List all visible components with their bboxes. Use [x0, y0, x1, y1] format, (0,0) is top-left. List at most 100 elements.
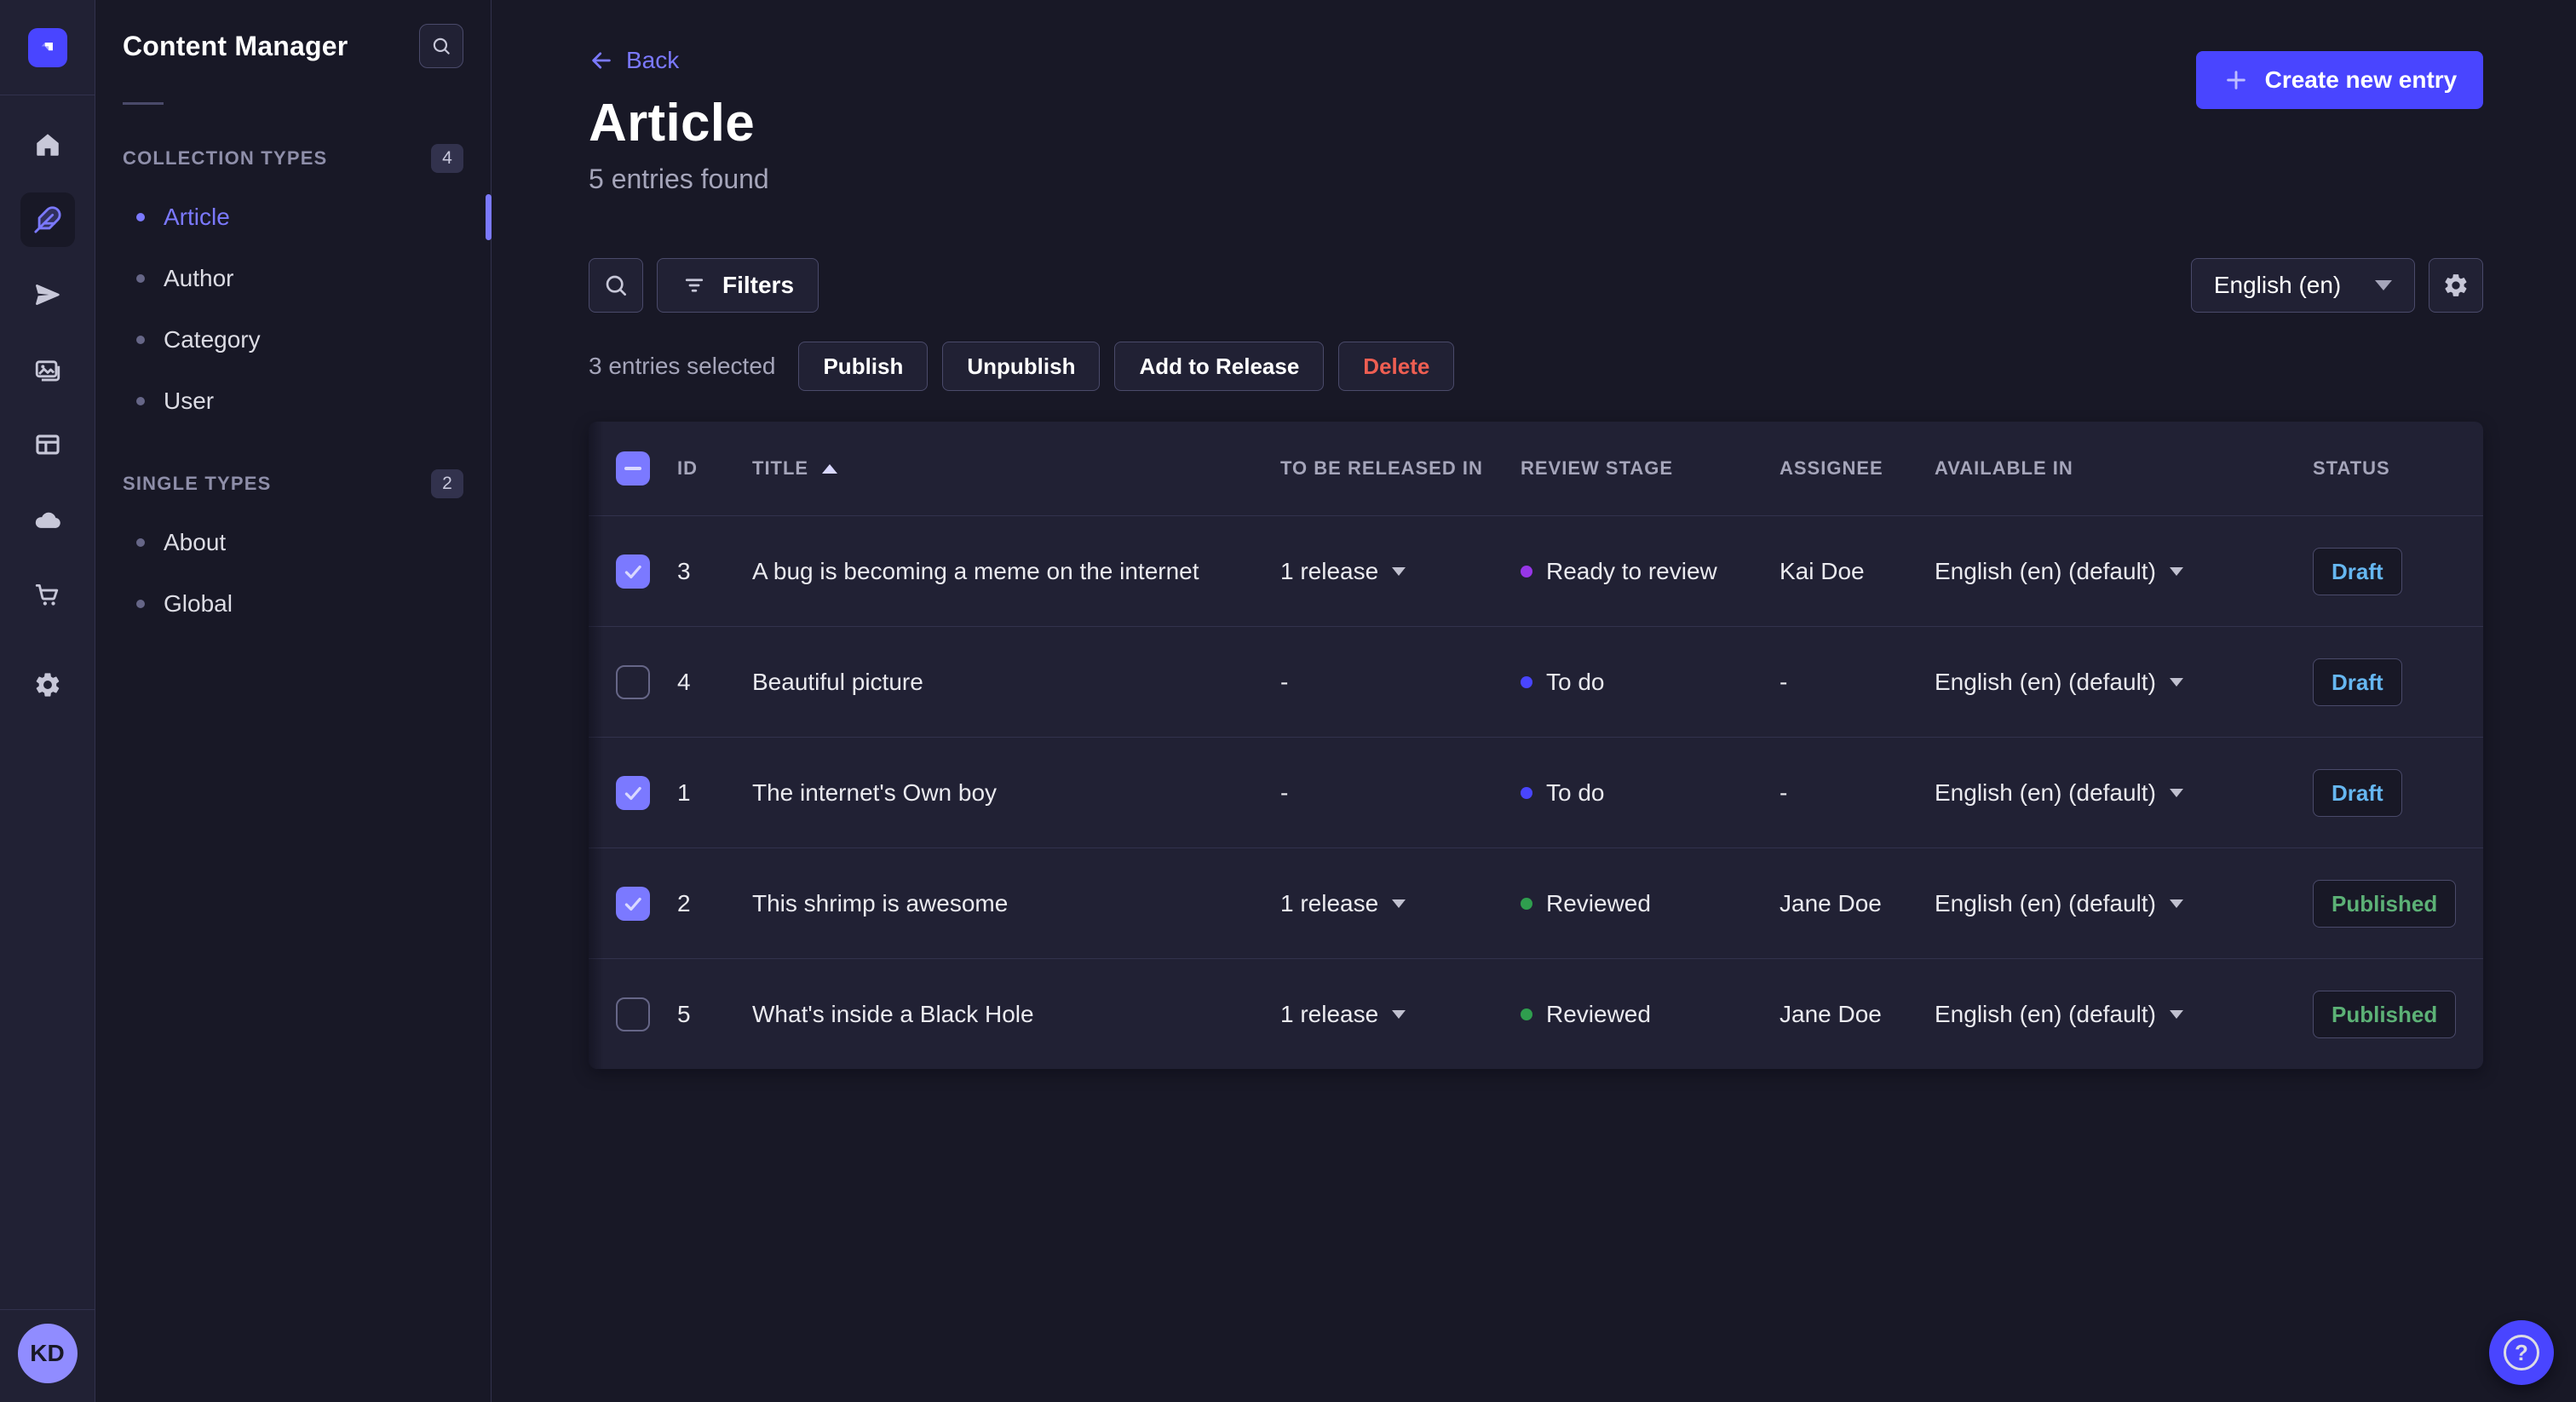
sidebar-item-label: Author: [164, 265, 234, 291]
sidebar-item[interactable]: Global: [123, 573, 463, 635]
column-title[interactable]: TITLE: [752, 457, 1280, 480]
cell-review-stage: To do: [1521, 669, 1780, 696]
bulk-action-button[interactable]: Publish: [798, 342, 929, 391]
column-id: ID: [677, 457, 698, 479]
table-row[interactable]: 2 This shrimp is awesome 1 release Revie…: [589, 848, 2484, 958]
check-icon: [624, 565, 641, 578]
cloud-icon[interactable]: [20, 492, 75, 547]
strapi-mark: [41, 42, 53, 50]
cell-id: 3: [677, 557, 691, 584]
table-row[interactable]: 5 What's inside a Black Hole 1 release R…: [589, 958, 2484, 1069]
view-settings-button[interactable]: [2429, 258, 2484, 313]
cell-assignee: Jane Doe: [1780, 1000, 1882, 1027]
help-button[interactable]: ?: [2489, 1320, 2554, 1385]
search-button[interactable]: [589, 258, 643, 313]
sidebar-item-label: Category: [164, 326, 261, 353]
user-avatar[interactable]: KD: [17, 1324, 78, 1383]
marketplace-cart-icon[interactable]: [20, 567, 75, 622]
single-types-section: SINGLE TYPES 2 About Global: [123, 469, 463, 635]
chevron-down-icon: [2169, 1009, 2183, 1019]
bulk-action-button[interactable]: Delete: [1338, 342, 1455, 391]
chevron-down-icon[interactable]: [1392, 566, 1406, 576]
cell-status: Draft: [2313, 768, 2456, 817]
cell-available-in[interactable]: English (en) (default): [1935, 890, 2313, 917]
status-badge: Published: [2313, 990, 2457, 1038]
cell-release: -: [1280, 779, 1289, 806]
bulk-action-button[interactable]: Add to Release: [1114, 342, 1325, 391]
sidebar-item[interactable]: Category: [123, 309, 463, 371]
section-label: SINGLE TYPES: [123, 473, 272, 494]
column-assignee: ASSIGNEE: [1780, 457, 1883, 479]
row-checkbox[interactable]: [616, 554, 650, 589]
cell-assignee: Jane Doe: [1780, 889, 1882, 916]
cell-status: Draft: [2313, 658, 2456, 706]
locale-select[interactable]: English (en): [2190, 258, 2416, 313]
create-new-entry-button[interactable]: Create new entry: [2195, 51, 2484, 109]
bulk-action-button[interactable]: Unpublish: [942, 342, 1101, 391]
row-checkbox[interactable]: [616, 997, 650, 1031]
chevron-down-icon: [2169, 899, 2183, 908]
releases-icon[interactable]: [20, 267, 75, 322]
cell-title: This shrimp is awesome: [752, 889, 1009, 916]
row-checkbox[interactable]: [616, 775, 650, 810]
cell-id: 4: [677, 668, 691, 695]
sidebar-item[interactable]: Author: [123, 248, 463, 309]
cell-available-in[interactable]: English (en) (default): [1935, 779, 2313, 807]
nav-rail: KD: [0, 0, 95, 1402]
search-icon: [606, 275, 626, 296]
content-type-builder-icon[interactable]: [20, 417, 75, 472]
select-all-checkbox[interactable]: [616, 451, 650, 486]
chevron-down-icon: [2169, 788, 2183, 797]
cell-available-in[interactable]: English (en) (default): [1935, 1001, 2313, 1028]
stage-dot: [1521, 897, 1532, 910]
settings-gear-icon[interactable]: [20, 658, 75, 712]
filters-button[interactable]: Filters: [657, 258, 819, 313]
cell-assignee: Kai Doe: [1780, 557, 1865, 584]
table-row[interactable]: 1 The internet's Own boy - To do - Engli…: [589, 737, 2484, 848]
home-icon[interactable]: [20, 118, 75, 172]
sidebar-search-button[interactable]: [419, 24, 463, 68]
cell-title: A bug is becoming a meme on the internet: [752, 557, 1199, 584]
chevron-down-icon: [2169, 677, 2183, 687]
content-manager-icon[interactable]: [20, 192, 75, 247]
collection-types-section: COLLECTION TYPES 4 Article Author Catego…: [123, 144, 492, 432]
single-types-count-badge: 2: [431, 469, 463, 498]
selection-count-text: 3 entries selected: [589, 353, 776, 379]
strapi-logo-icon[interactable]: [27, 27, 67, 67]
row-checkbox[interactable]: [616, 886, 650, 921]
table-row[interactable]: 3 A bug is becoming a meme on the intern…: [589, 515, 2484, 626]
check-icon: [624, 786, 641, 800]
cell-id: 1: [677, 779, 691, 806]
table-row[interactable]: 4 Beautiful picture - To do - English (e…: [589, 626, 2484, 737]
sidebar-item[interactable]: About: [123, 512, 463, 573]
cell-available-in[interactable]: English (en) (default): [1935, 558, 2313, 585]
cell-review-stage: To do: [1521, 779, 1780, 807]
column-status: STATUS: [2313, 457, 2390, 479]
collection-types-count-badge: 4: [431, 144, 463, 173]
sidebar-item[interactable]: Article: [123, 187, 492, 248]
chevron-down-icon[interactable]: [1392, 1009, 1406, 1019]
sidebar-item-label: About: [164, 529, 227, 555]
row-checkbox[interactable]: [616, 664, 650, 699]
status-badge: Draft: [2313, 658, 2402, 706]
cell-title: What's inside a Black Hole: [752, 1000, 1034, 1027]
column-review-stage: REVIEW STAGE: [1521, 457, 1674, 479]
cell-available-in[interactable]: English (en) (default): [1935, 669, 2313, 696]
question-mark-icon: ?: [2504, 1335, 2539, 1370]
media-library-icon[interactable]: [20, 342, 75, 397]
cell-release: -: [1280, 668, 1289, 695]
cell-status: Draft: [2313, 547, 2456, 595]
column-available-in: AVAILABLE IN: [1935, 457, 2073, 479]
sidebar-item[interactable]: User: [123, 371, 463, 432]
chevron-down-icon[interactable]: [1392, 899, 1406, 908]
rail-bottom: KD: [0, 1309, 95, 1402]
cell-review-stage: Reviewed: [1521, 890, 1780, 917]
cell-status: Published: [2313, 879, 2457, 928]
stage-dot: [1521, 565, 1532, 577]
back-link[interactable]: Back: [589, 47, 679, 74]
status-badge: Draft: [2313, 768, 2402, 817]
filter-icon: [685, 279, 704, 292]
cell-id: 5: [677, 1000, 691, 1027]
chevron-down-icon: [2169, 566, 2183, 576]
bullet-icon: [136, 336, 145, 344]
